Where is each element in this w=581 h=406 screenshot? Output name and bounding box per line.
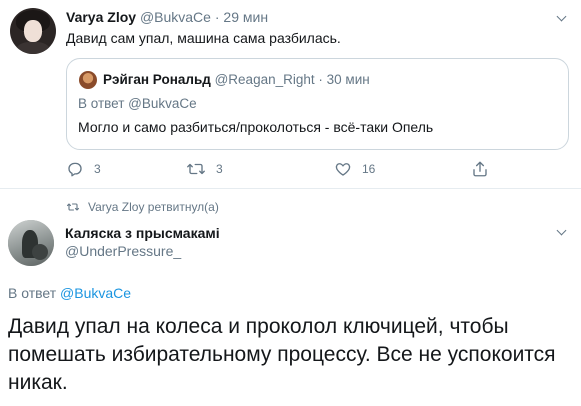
retweet-button[interactable]: 3 <box>186 160 223 178</box>
time-separator: · <box>214 9 220 25</box>
time-separator: · <box>318 72 323 87</box>
quote-author-name[interactable]: Рэйган Рональд <box>103 72 211 87</box>
like-count: 16 <box>362 162 376 176</box>
author-name[interactable]: Varya Zloy <box>66 9 136 25</box>
author-handle[interactable]: @UnderPressure_ <box>65 243 181 259</box>
tweet[interactable]: Varya Zloy @BukvaCe · 29 мин Давид сам у… <box>0 0 581 192</box>
reply-to: В ответ @BukvaCe <box>8 285 131 301</box>
like-button[interactable]: 16 <box>334 160 375 178</box>
reply-button[interactable]: 3 <box>66 160 101 178</box>
quote-author-handle[interactable]: @Reagan_Right <box>215 72 315 87</box>
quote-header: Рэйган Рональд @Reagan_Right · 30 мин <box>103 72 370 87</box>
reply-to-link[interactable]: @BukvaCe <box>60 285 131 301</box>
retweet-icon <box>187 163 205 175</box>
retweet-notice-text: Varya Zloy ретвитнул(а) <box>88 200 219 214</box>
retweet-count: 3 <box>216 162 223 176</box>
divider <box>0 188 581 189</box>
retweet-notice[interactable]: Varya Zloy ретвитнул(а) <box>66 200 219 214</box>
tweet-actions: 3 3 16 <box>66 160 536 178</box>
quoted-tweet[interactable]: Рэйган Рональд @Reagan_Right · 30 мин В … <box>66 58 569 150</box>
quote-text: Могло и само разбиться/проколоться - всё… <box>78 119 434 135</box>
tweet-text: Давид упал на колеса и проколол ключицей… <box>8 315 556 394</box>
share-button[interactable] <box>471 160 489 178</box>
retweet-icon <box>66 203 80 211</box>
author-handle[interactable]: @BukvaCe <box>140 9 211 25</box>
reply-prefix: В ответ <box>8 285 61 301</box>
quote-avatar[interactable] <box>79 71 97 89</box>
like-icon <box>335 163 351 176</box>
avatar[interactable] <box>8 220 54 266</box>
author-name[interactable]: Каляска з прысмакамі <box>65 225 220 241</box>
timestamp[interactable]: 29 мин <box>223 9 268 25</box>
caret-down-icon[interactable] <box>556 226 568 238</box>
quote-reply-to: В ответ @BukvaCe <box>78 96 197 111</box>
avatar[interactable] <box>10 8 56 54</box>
share-icon <box>473 161 487 177</box>
quote-timestamp[interactable]: 30 мин <box>327 72 370 87</box>
reply-count: 3 <box>94 162 101 176</box>
tweet-text: Давид сам упал, машина сама разбилась. <box>66 30 341 46</box>
tweet-header: Varya Zloy @BukvaCe · 29 мин <box>66 9 268 25</box>
caret-down-icon[interactable] <box>556 12 568 24</box>
reply-icon <box>68 162 82 177</box>
